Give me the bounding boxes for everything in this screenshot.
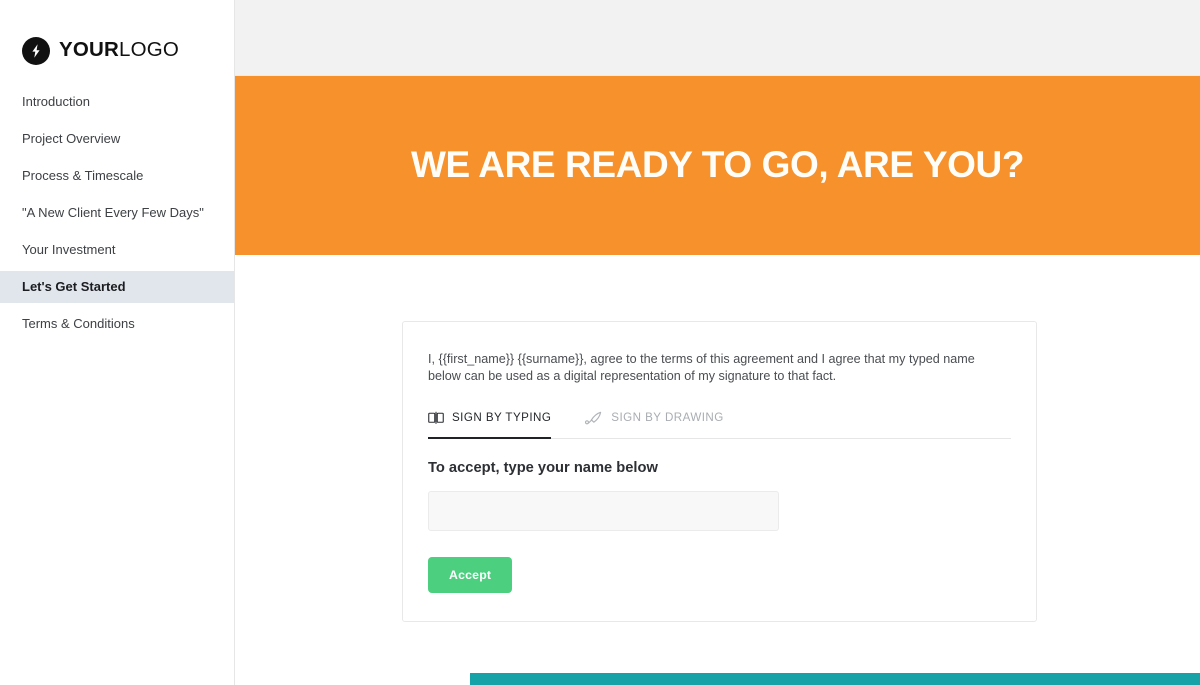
quill-pen-icon	[585, 411, 603, 425]
page-root: YOURLOGO Introduction Project Overview P…	[0, 0, 1200, 685]
sidebar-item-your-investment[interactable]: Your Investment	[0, 234, 234, 266]
brand-name-light: LOGO	[119, 38, 180, 62]
sidebar-item-terms-conditions[interactable]: Terms & Conditions	[0, 308, 234, 340]
accept-button[interactable]: Accept	[428, 557, 513, 593]
signature-card: I, {{first_name}} {{surname}}, agree to …	[402, 321, 1037, 622]
sidebar-item-introduction[interactable]: Introduction	[0, 86, 234, 118]
brand-name-bold: YOUR	[59, 38, 120, 62]
tab-sign-by-typing[interactable]: SIGN BY TYPING	[428, 405, 552, 439]
keyboard-icon	[428, 411, 444, 425]
brand-logo[interactable]: YOURLOGO	[0, 0, 234, 74]
footer-band	[470, 673, 1200, 685]
lightning-bolt-icon	[22, 36, 50, 65]
brand-name: YOURLOGO	[59, 40, 179, 61]
signature-tabs: SIGN BY TYPING SIGN BY DRAWING	[428, 406, 1011, 439]
signature-name-input[interactable]	[428, 491, 779, 531]
tab-sign-by-typing-label: SIGN BY TYPING	[452, 411, 552, 424]
sidebar-item-process-timescale[interactable]: Process & Timescale	[0, 160, 234, 192]
sidebar-item-project-overview[interactable]: Project Overview	[0, 123, 234, 155]
sidebar-item-new-client-every-few-days[interactable]: "A New Client Every Few Days"	[0, 197, 234, 229]
tab-sign-by-drawing-label: SIGN BY DRAWING	[611, 411, 724, 424]
tab-sign-by-drawing[interactable]: SIGN BY DRAWING	[585, 405, 723, 438]
sidebar: YOURLOGO Introduction Project Overview P…	[0, 0, 235, 685]
top-strip	[235, 0, 1200, 76]
agreement-text: I, {{first_name}} {{surname}}, agree to …	[428, 352, 975, 383]
body-area: I, {{first_name}} {{surname}}, agree to …	[235, 255, 1200, 685]
hero-banner: WE ARE READY TO GO, ARE YOU?	[235, 76, 1200, 255]
page-title: WE ARE READY TO GO, ARE YOU?	[410, 144, 1025, 186]
main-content: WE ARE READY TO GO, ARE YOU? I, {{first_…	[235, 0, 1200, 685]
sidebar-item-lets-get-started[interactable]: Let's Get Started	[0, 271, 234, 303]
type-name-label: To accept, type your name below	[428, 460, 658, 476]
sidebar-nav: Introduction Project Overview Process & …	[0, 86, 234, 340]
